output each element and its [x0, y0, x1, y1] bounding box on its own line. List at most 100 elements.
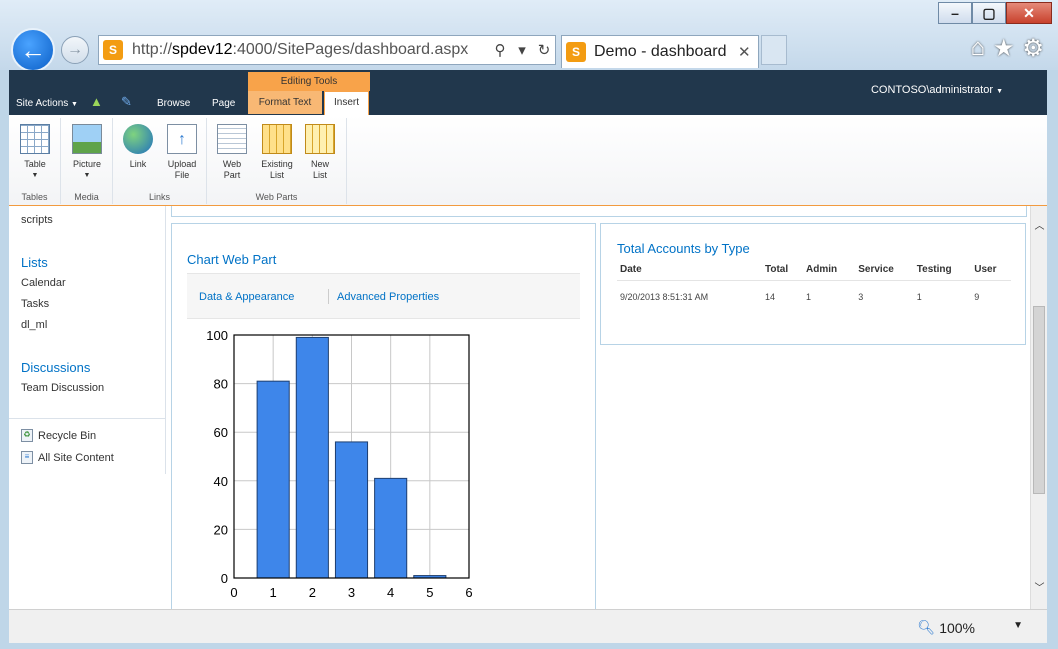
col-header-admin: Admin [803, 261, 856, 281]
accounts-header-row: Date Total Admin Service Testing User [617, 261, 1011, 281]
scrollbar-thumb[interactable] [1033, 306, 1045, 494]
minimize-button[interactable]: – [938, 2, 972, 24]
tab-insert[interactable]: Insert [324, 91, 369, 115]
edit-page-icon[interactable]: ✎ [121, 94, 137, 110]
existing-list-button[interactable]: Existing List [257, 124, 297, 181]
page-content: scripts Lists Calendar Tasks dl_ml Discu… [9, 206, 1030, 609]
table-button[interactable]: Table ▼ [19, 124, 51, 181]
site-actions-menu[interactable]: Site Actions ▼ [16, 98, 78, 109]
cell-date: 9/20/2013 8:51:31 AM [620, 292, 709, 302]
navigate-up-icon[interactable]: ▲ [90, 94, 106, 110]
web-part-label-line2: Part [223, 170, 241, 180]
quick-launch: scripts Lists Calendar Tasks dl_ml Discu… [9, 206, 166, 474]
y-tick-label: 0 [221, 571, 228, 586]
refresh-icon[interactable]: ↻ [533, 41, 555, 59]
tab-format-text[interactable]: Format Text [248, 91, 322, 114]
vertical-scrollbar[interactable]: ︿ ﹀ [1030, 206, 1047, 609]
bar [374, 477, 408, 579]
table-button-label: Table [24, 159, 46, 169]
advanced-properties-link[interactable]: Advanced Properties [337, 291, 439, 303]
address-bar[interactable]: S http://spdev12:4000/SitePages/dashboar… [98, 35, 556, 65]
picture-button[interactable]: Picture ▼ [69, 124, 105, 181]
col-header-testing: Testing [913, 261, 972, 281]
url-prefix: http:// [132, 41, 173, 58]
ql-item-dl-ml[interactable]: dl_ml [21, 319, 47, 331]
new-tab-button[interactable] [761, 35, 787, 65]
browser-titlebar: – ▢ ✕ ← → S http://spdev12:4000/SitePage… [0, 0, 1058, 72]
back-arrow-icon: ← [20, 34, 46, 65]
recycle-bin-icon: ♻ [21, 429, 33, 442]
ribbon-group-web-parts: Web Part Existing List New List Web Part… [207, 118, 347, 204]
ql-divider [9, 418, 166, 419]
data-appearance-link[interactable]: Data & Appearance [199, 291, 294, 303]
user-menu-caret-icon: ▼ [996, 88, 1003, 95]
forward-button[interactable]: → [61, 36, 89, 64]
accounts-web-part-title[interactable]: Total Accounts by Type [617, 241, 750, 256]
tab-close-icon[interactable]: ✕ [738, 43, 758, 61]
scroll-up-chevron-icon[interactable]: ︿ [1031, 218, 1048, 235]
ql-item-tasks[interactable]: Tasks [21, 298, 49, 310]
window-frame-bottom [0, 643, 1058, 649]
cell-total: 14 [765, 292, 776, 302]
tab-browse[interactable]: Browse [157, 98, 190, 109]
site-actions-caret-icon: ▼ [71, 101, 78, 108]
chart-web-part-title[interactable]: Chart Web Part [187, 252, 276, 267]
x-tick-label: 3 [348, 585, 355, 600]
scroll-down-chevron-icon[interactable]: ﹀ [1031, 580, 1048, 597]
accounts-web-part: Total Accounts by Type Date Total Admin … [600, 223, 1026, 345]
url-text[interactable]: http://spdev12:4000/SitePages/dashboard.… [132, 41, 489, 59]
link-button-label: Link [129, 159, 147, 169]
web-part-button[interactable]: Web Part [215, 124, 249, 181]
tools-gear-icon[interactable]: ⚙ [1022, 34, 1044, 63]
col-header-service: Service [855, 261, 914, 281]
ql-recycle-bin[interactable]: ♻ Recycle Bin [21, 429, 96, 442]
table-dropdown-caret-icon: ▼ [31, 172, 39, 179]
close-window-button[interactable]: ✕ [1006, 2, 1052, 24]
upload-file-icon: ↑ [167, 124, 197, 154]
ql-heading-lists[interactable]: Lists [21, 255, 48, 270]
group-label-web-parts: Web Parts [255, 192, 298, 202]
window-controls: – ▢ ✕ [938, 2, 1052, 24]
link-button[interactable]: Link [121, 124, 155, 170]
zoom-dropdown-caret-icon[interactable]: ▼ [1013, 620, 1023, 631]
forward-arrow-icon: → [67, 41, 83, 58]
ribbon-insert-panel: Table ▼ Tables Picture ▼ Media Link ↑ Up… [9, 115, 1047, 206]
ql-heading-discussions[interactable]: Discussions [21, 360, 90, 375]
favorites-star-icon[interactable]: ★ [993, 34, 1015, 63]
window-frame-right [1047, 70, 1058, 649]
user-menu[interactable]: CONTOSO\administrator ▼ [871, 84, 1003, 96]
table-icon [20, 124, 50, 154]
search-icon[interactable]: ⚲ [489, 41, 511, 59]
ql-item-scripts[interactable]: scripts [21, 214, 53, 226]
web-part-icon [217, 124, 247, 154]
x-tick-label: 6 [465, 585, 472, 600]
new-list-button[interactable]: New List [303, 124, 337, 181]
dropdown-caret-icon[interactable]: ▾ [511, 41, 533, 59]
y-tick-label: 100 [206, 329, 228, 343]
bar [295, 336, 329, 579]
table-row: 9/20/2013 8:51:31 AM 14 1 3 1 9 [617, 281, 1011, 307]
upload-file-button[interactable]: ↑ Upload File [163, 124, 201, 181]
bar-chart: 0 1 2 3 4 5 6020406080100 [206, 329, 472, 600]
ql-all-site-content[interactable]: ≡ All Site Content [21, 451, 114, 464]
cell-testing: 1 [916, 292, 922, 302]
col-header-date: Date [617, 261, 762, 281]
picture-icon [72, 124, 102, 154]
ql-item-team-discussion[interactable]: Team Discussion [21, 382, 104, 394]
link-icon [123, 124, 153, 154]
home-icon[interactable]: ⌂ [970, 34, 985, 63]
browser-tab[interactable]: S Demo - dashboard ✕ [561, 35, 759, 68]
new-list-label-line2: List [312, 170, 327, 180]
tab-page[interactable]: Page [212, 98, 235, 109]
chart-web-part: Chart Web Part Data & Appearance Advance… [171, 223, 596, 609]
zoom-level: 100% [939, 619, 975, 636]
ql-item-calendar[interactable]: Calendar [21, 277, 66, 289]
chart-toolbar: Data & Appearance Advanced Properties [187, 273, 580, 319]
bar [334, 441, 369, 579]
x-tick-label: 4 [387, 585, 394, 600]
maximize-button[interactable]: ▢ [972, 2, 1006, 24]
zoom-control[interactable]: 🔍︎ 100% [917, 619, 975, 636]
bar [256, 380, 290, 579]
back-button[interactable]: ← [11, 28, 55, 72]
browser-toolbar-icons: ⌂ ★ ⚙ [970, 34, 1044, 63]
